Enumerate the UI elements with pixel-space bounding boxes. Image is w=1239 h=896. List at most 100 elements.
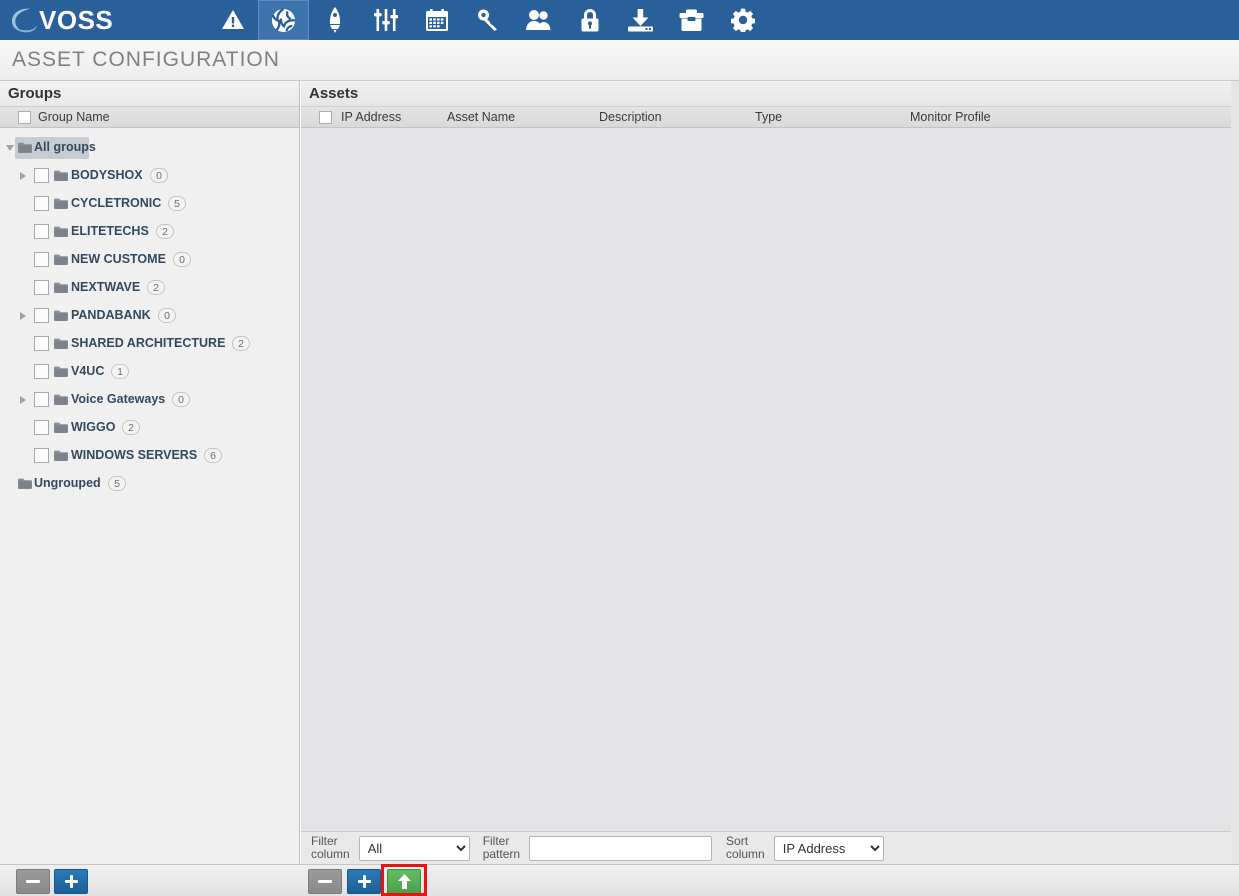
- tree-node-checkbox[interactable]: [34, 168, 49, 183]
- assets-panel: Assets IP Address Asset Name Description…: [301, 81, 1239, 864]
- folder-icon: [18, 142, 32, 153]
- tree-node-count-badge: 0: [150, 168, 168, 183]
- folder-icon: [54, 310, 68, 321]
- nav-item-thresholds[interactable]: [360, 0, 411, 40]
- filter-column-select[interactable]: AllIP AddressAsset NameDescriptionTypeMo…: [359, 836, 470, 861]
- nav-icon-group: [207, 0, 768, 40]
- tree-node-label: Voice Gateways: [71, 392, 165, 406]
- voss-brand[interactable]: VOSS: [0, 0, 113, 40]
- assets-panel-title: Assets: [301, 81, 1239, 106]
- tree-node-new-custome[interactable]: NEW CUSTOME0: [0, 246, 299, 274]
- chevron-right-icon[interactable]: [20, 172, 26, 180]
- tree-node-bodyshox[interactable]: BODYSHOX 0: [0, 162, 299, 190]
- remove-asset-button[interactable]: [308, 869, 342, 894]
- folder-icon: [54, 422, 68, 433]
- tree-node-shared-architecture[interactable]: SHARED ARCHITECTURE2: [0, 330, 299, 358]
- top-navigation-bar: VOSS: [0, 0, 1239, 40]
- folder-icon: [54, 254, 68, 265]
- tree-node-count-badge: 2: [147, 280, 165, 295]
- tree-node-checkbox[interactable]: [34, 196, 49, 211]
- add-asset-button[interactable]: [347, 869, 381, 894]
- assets-column-description: Description: [599, 110, 662, 124]
- tree-node-ungrouped[interactable]: Ungrouped5: [0, 470, 299, 498]
- filter-pattern-label: Filter pattern: [483, 835, 520, 861]
- folder-icon: [54, 198, 68, 209]
- nav-item-users[interactable]: [513, 0, 564, 40]
- tree-node-count-badge: 2: [232, 336, 250, 351]
- groups-tree: All groups BODYSHOX 0 CYCLETRONIC 5 ELITETECH…: [0, 128, 299, 498]
- tree-node-windows-servers[interactable]: WINDOWS SERVERS6: [0, 442, 299, 470]
- gear-icon: [731, 8, 755, 32]
- tree-node-cycletronic[interactable]: CYCLETRONIC 5: [0, 190, 299, 218]
- add-group-button[interactable]: [54, 869, 88, 894]
- nav-item-credentials[interactable]: [462, 0, 513, 40]
- tree-node-label: NEXTWAVE: [71, 280, 140, 294]
- nav-item-settings[interactable]: [717, 0, 768, 40]
- folder-icon: [54, 394, 68, 405]
- plus-icon: [358, 875, 371, 888]
- minus-icon: [318, 880, 332, 883]
- assets-filter-bar: Filter column AllIP AddressAsset NameDes…: [301, 831, 1239, 864]
- tree-node-nextwave[interactable]: NEXTWAVE 2: [0, 274, 299, 302]
- nav-item-schedules[interactable]: [411, 0, 462, 40]
- groups-column-group-name: Group Name: [38, 110, 110, 124]
- chevron-right-icon[interactable]: [20, 396, 26, 404]
- assets-scroll-track[interactable]: [1231, 81, 1239, 864]
- tree-node-checkbox[interactable]: [34, 224, 49, 239]
- bottom-action-bar: [0, 864, 1239, 896]
- plus-icon: [65, 875, 78, 888]
- tree-node-elitetechs[interactable]: ELITETECHS2: [0, 218, 299, 246]
- folder-icon: [54, 366, 68, 377]
- tree-node-wiggo[interactable]: WIGGO 2: [0, 414, 299, 442]
- nav-item-alarms[interactable]: [207, 0, 258, 40]
- tree-node-label: PANDABANK: [71, 308, 151, 322]
- tree-node-checkbox[interactable]: [34, 308, 49, 323]
- tree-node-checkbox[interactable]: [34, 280, 49, 295]
- tree-node-label: WIGGO: [71, 420, 115, 434]
- nav-item-security[interactable]: [564, 0, 615, 40]
- filter-pattern-input[interactable]: [529, 836, 712, 861]
- groups-select-all-checkbox[interactable]: [18, 111, 31, 124]
- tree-node-checkbox[interactable]: [34, 420, 49, 435]
- tree-node-checkbox[interactable]: [34, 252, 49, 267]
- chevron-down-icon[interactable]: [6, 145, 14, 151]
- page-title-bar: ASSET CONFIGURATION: [0, 40, 1239, 81]
- sort-column-select[interactable]: IP AddressAsset NameDescriptionTypeMonit…: [774, 836, 884, 861]
- tree-node-count-badge: 6: [204, 448, 222, 463]
- tree-node-count-badge: 5: [168, 196, 186, 211]
- key-icon: [477, 9, 499, 31]
- nav-item-downloads[interactable]: [615, 0, 666, 40]
- tree-node-count-badge: 2: [122, 420, 140, 435]
- upload-assets-button[interactable]: [387, 869, 421, 894]
- assets-column-type: Type: [755, 110, 782, 124]
- tree-node-label: All groups: [34, 140, 96, 154]
- tree-node-label: BODYSHOX: [71, 168, 143, 182]
- folder-icon: [54, 338, 68, 349]
- tree-node-count-badge: 0: [158, 308, 176, 323]
- nav-item-deploy[interactable]: [309, 0, 360, 40]
- remove-group-button[interactable]: [16, 869, 50, 894]
- tree-node-label: Ungrouped: [34, 476, 101, 490]
- nav-item-assets[interactable]: [258, 0, 309, 40]
- rocket-icon: [327, 7, 343, 33]
- tree-node-voice-gateways[interactable]: Voice Gateways0: [0, 386, 299, 414]
- folder-icon: [54, 282, 68, 293]
- assets-select-all-checkbox[interactable]: [319, 111, 332, 124]
- tree-node-checkbox[interactable]: [34, 448, 49, 463]
- groups-panel: Groups Group Name All groups BODYSHOX 0 CYC…: [0, 81, 300, 864]
- nav-item-inventory[interactable]: [666, 0, 717, 40]
- tree-node-checkbox[interactable]: [34, 364, 49, 379]
- users-icon: [526, 9, 551, 31]
- chevron-right-icon[interactable]: [20, 312, 26, 320]
- tree-node-all-groups[interactable]: All groups: [0, 134, 299, 162]
- tree-node-checkbox[interactable]: [34, 392, 49, 407]
- tree-node-checkbox[interactable]: [34, 336, 49, 351]
- assets-column-ip-address: IP Address: [341, 110, 401, 124]
- asset-configuration-page: VOSS: [0, 0, 1239, 896]
- globe-network-icon: [271, 8, 296, 33]
- filter-column-label: Filter column: [311, 835, 350, 861]
- tree-node-label: CYCLETRONIC: [71, 196, 161, 210]
- groups-panel-title: Groups: [0, 81, 299, 106]
- tree-node-pandabank[interactable]: PANDABANK 0: [0, 302, 299, 330]
- tree-node-v4uc[interactable]: V4UC1: [0, 358, 299, 386]
